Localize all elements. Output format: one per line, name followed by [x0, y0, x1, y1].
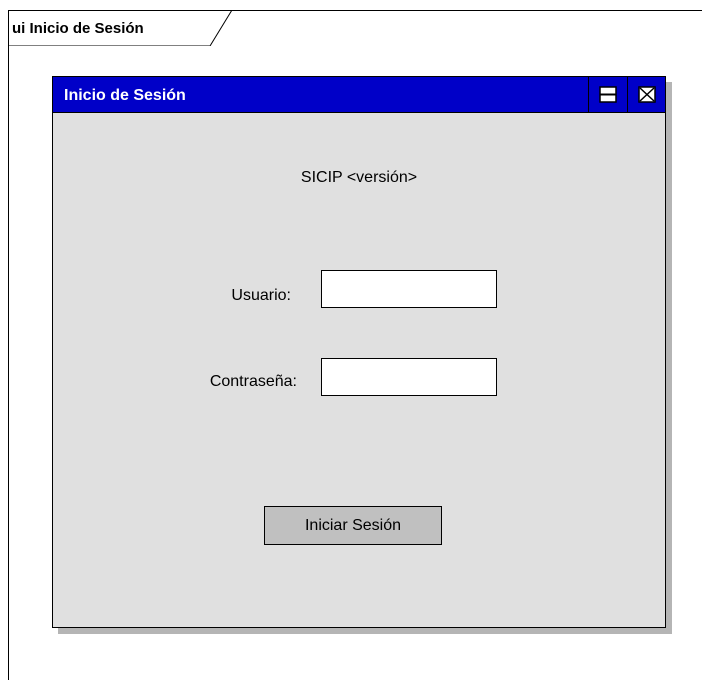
app-version-label: SICIP <versión> — [300, 169, 418, 186]
username-input[interactable] — [321, 270, 497, 308]
login-window: Inicio de Sesión SICIP <versión> Usuario… — [52, 76, 666, 628]
password-input[interactable] — [321, 358, 497, 396]
window-title: Inicio de Sesión — [64, 87, 186, 104]
password-label: Contraseña: — [209, 373, 297, 390]
maximize-button[interactable] — [588, 77, 626, 112]
frame-title: ui Inicio de Sesión — [12, 20, 144, 37]
login-button[interactable]: Iniciar Sesión — [264, 506, 442, 545]
window-titlebar[interactable]: Inicio de Sesión — [53, 77, 665, 113]
close-button[interactable] — [627, 77, 665, 112]
username-label: Usuario: — [231, 287, 291, 304]
